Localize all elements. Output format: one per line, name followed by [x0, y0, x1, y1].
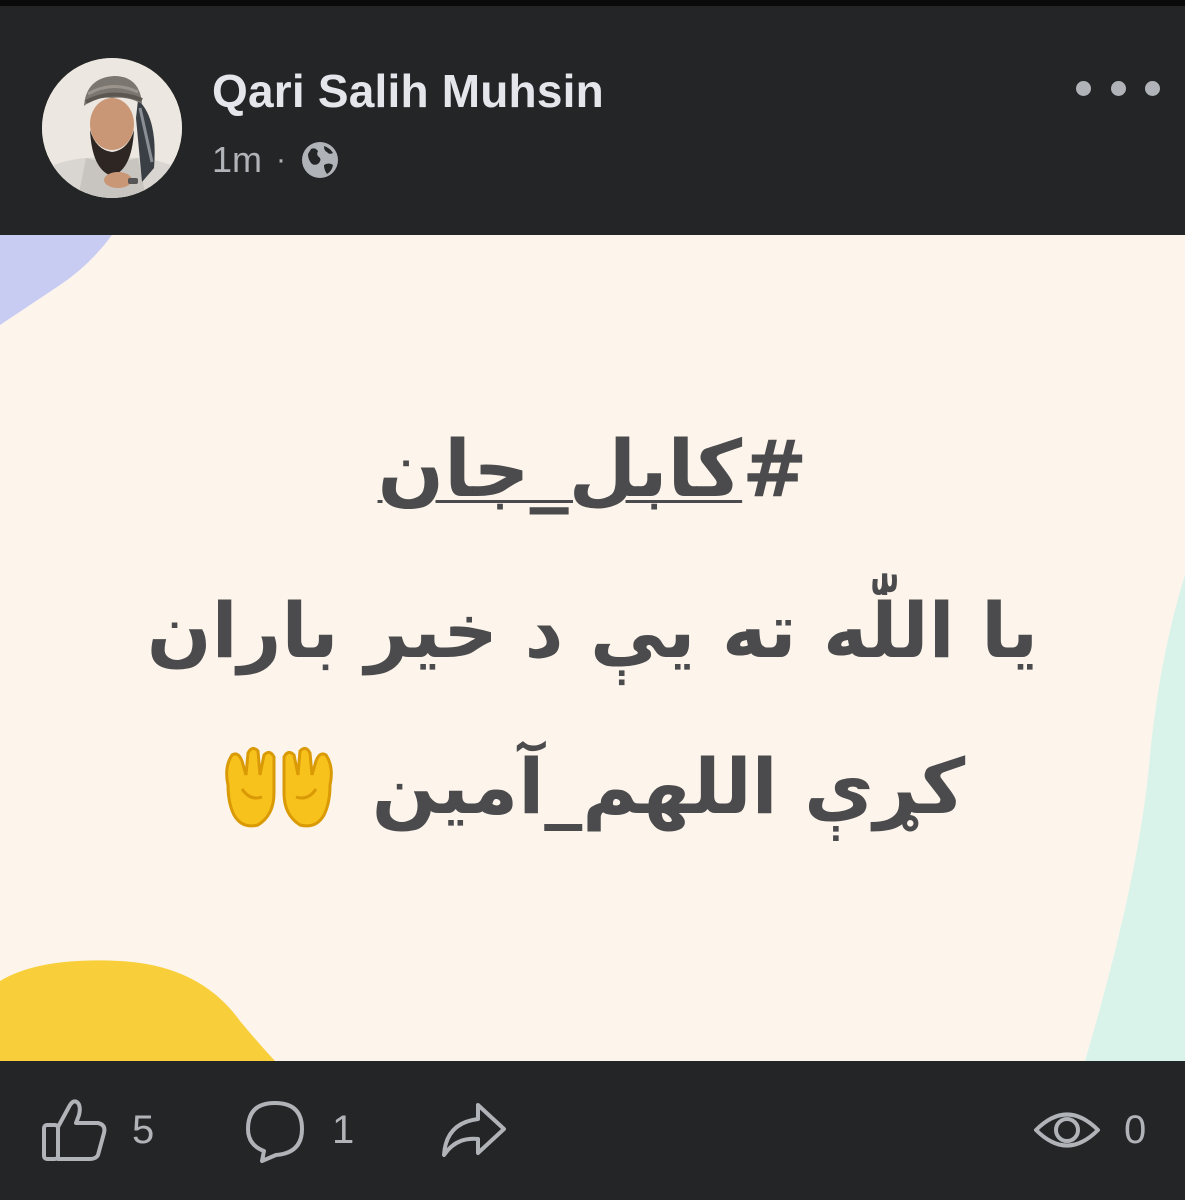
prayer-line-2-row: کړې اللهم_آمین — [0, 727, 1185, 847]
post-header: Qari Salih Muhsin 1m · — [0, 6, 1185, 234]
views-count: 0 — [1124, 1107, 1147, 1152]
more-horizontal-icon-dot — [1110, 80, 1126, 96]
avatar-portrait — [42, 58, 182, 198]
post-timestamp[interactable]: 1m — [212, 139, 262, 181]
meta-separator: · — [276, 143, 287, 176]
hashtag-text: کابل_جان — [377, 425, 743, 515]
thumbs-up-icon — [42, 1099, 107, 1161]
more-horizontal-icon-dot — [1145, 80, 1160, 96]
eye-icon — [1034, 1112, 1100, 1148]
share-button[interactable] — [438, 1095, 510, 1165]
blue-corner-shape — [0, 235, 112, 325]
hashtag-symbol: # — [742, 425, 808, 515]
post-text: #کابل_جان یا اللّٰه ته یې د خیر باران کړ… — [0, 415, 1185, 847]
post-card: Qari Salih Muhsin 1m · #کابل_جان یا اللّ… — [0, 0, 1185, 1200]
globe-icon[interactable] — [300, 140, 340, 180]
comment-button[interactable]: 1 — [240, 1095, 354, 1165]
views-indicator: 0 — [1032, 1095, 1146, 1165]
more-options-button[interactable] — [1076, 68, 1160, 108]
like-button[interactable]: 5 — [40, 1095, 154, 1165]
comment-count: 1 — [332, 1107, 355, 1152]
avatar[interactable] — [42, 58, 182, 198]
share-icon — [442, 1103, 506, 1157]
post-actions-bar: 5 1 0 — [0, 1061, 1185, 1200]
author-name[interactable]: Qari Salih Muhsin — [212, 64, 604, 118]
post-body[interactable]: #کابل_جان یا اللّٰه ته یې د خیر باران کړ… — [0, 235, 1185, 1061]
hashtag[interactable]: #کابل_جان — [0, 415, 1185, 525]
post-meta: 1m · — [212, 138, 340, 182]
prayer-line-2: کړې اللهم_آمین — [371, 742, 966, 831]
palms-up-together-emoji — [224, 746, 333, 828]
like-count: 5 — [132, 1107, 155, 1152]
yellow-corner-shape — [0, 960, 275, 1061]
prayer-line-1: یا اللّٰه ته یې د خیر باران — [146, 586, 1039, 675]
comment-icon — [246, 1101, 304, 1163]
more-horizontal-icon — [1076, 80, 1091, 96]
